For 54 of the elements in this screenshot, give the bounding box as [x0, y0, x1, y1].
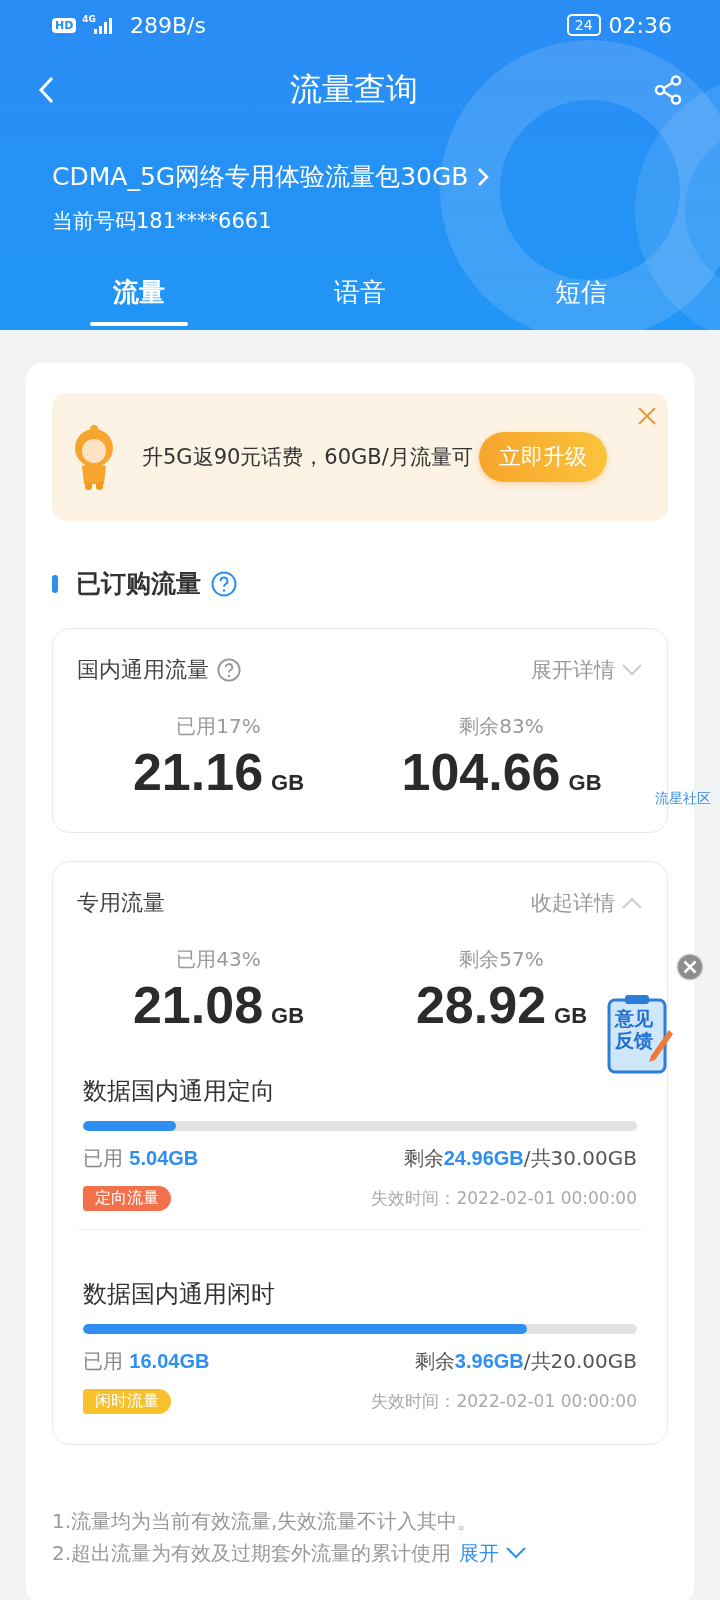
help-icon[interactable] — [217, 658, 241, 682]
details-toggle[interactable]: 展开详情 — [531, 656, 643, 684]
tab[interactable]: 短信 — [470, 275, 692, 326]
unit-label: GB — [271, 770, 305, 796]
note-text: 1.流量均为当前有效流量,失效流量不计入其中。 — [52, 1508, 478, 1535]
phone-number: 当前号码181****6661 — [51, 208, 273, 235]
unit-label: GB — [568, 770, 602, 796]
remaining-amount: 28.92 — [415, 975, 547, 1035]
tab[interactable]: 语音 — [249, 275, 471, 326]
note-text: 2.超出流量为有效及过期套外流量的累计使用 — [52, 1540, 452, 1567]
used-label: 已用43% — [176, 946, 261, 973]
unit-label: GB — [554, 1003, 588, 1029]
used-label: 已用17% — [176, 713, 261, 740]
remaining-label: 剩余83% — [459, 713, 544, 740]
package-name[interactable]: CDMA_5G网络专用体验流量包30GB — [52, 160, 469, 193]
promo-text: 升5G返90元话费，60GB/月流量可 — [142, 444, 473, 471]
upgrade-button[interactable]: 立即升级 — [478, 432, 607, 482]
card-title: 专用流量 — [77, 889, 165, 917]
community-link[interactable]: 流星社区 — [655, 790, 711, 808]
package-item-name: 数据国内通用定向 — [83, 1076, 275, 1107]
section-title: 已订购流量 — [76, 568, 201, 600]
used-text: 已用 5.04GB — [83, 1145, 199, 1172]
network-type: 4G — [82, 14, 96, 24]
back-icon[interactable] — [38, 76, 54, 104]
expiry-text: 失效时间：2022-02-01 00:00:00 — [371, 1187, 637, 1210]
clock: 02:36 — [608, 12, 672, 38]
hd-indicator: HD — [52, 17, 77, 33]
remaining-text: 剩余24.96GB/共30.00GB — [403, 1145, 637, 1172]
close-icon[interactable] — [638, 407, 656, 425]
chevron-down-icon — [621, 663, 643, 677]
remaining-label: 剩余57% — [459, 946, 544, 973]
network-speed: 289B/s — [130, 12, 206, 38]
package-item-name: 数据国内通用闲时 — [83, 1279, 275, 1310]
remaining-text: 剩余3.96GB/共20.00GB — [414, 1348, 637, 1375]
type-tag: 定向流量 — [83, 1186, 171, 1211]
card-title: 国内通用流量 — [77, 656, 209, 684]
help-icon[interactable] — [211, 570, 237, 597]
unit-label: GB — [271, 1003, 305, 1029]
used-amount: 21.16 — [132, 742, 264, 802]
expand-link[interactable]: 展开 — [459, 1539, 528, 1567]
used-text: 已用 16.04GB — [83, 1348, 210, 1375]
battery-indicator: 24 — [566, 14, 601, 36]
used-amount: 21.08 — [132, 975, 264, 1035]
remaining-amount: 104.66 — [401, 742, 561, 802]
type-tag: 闲时流量 — [83, 1389, 171, 1414]
chevron-down-icon — [505, 1546, 528, 1560]
chevron-up-icon — [621, 896, 643, 910]
page-title: 流量查询 — [290, 69, 418, 110]
details-toggle[interactable]: 收起详情 — [531, 889, 643, 917]
tab[interactable]: 流量 — [28, 275, 250, 326]
expiry-text: 失效时间：2022-02-01 00:00:00 — [371, 1390, 637, 1413]
chevron-right-icon[interactable] — [476, 166, 489, 187]
share-icon[interactable] — [654, 75, 682, 105]
section-marker — [52, 574, 58, 593]
